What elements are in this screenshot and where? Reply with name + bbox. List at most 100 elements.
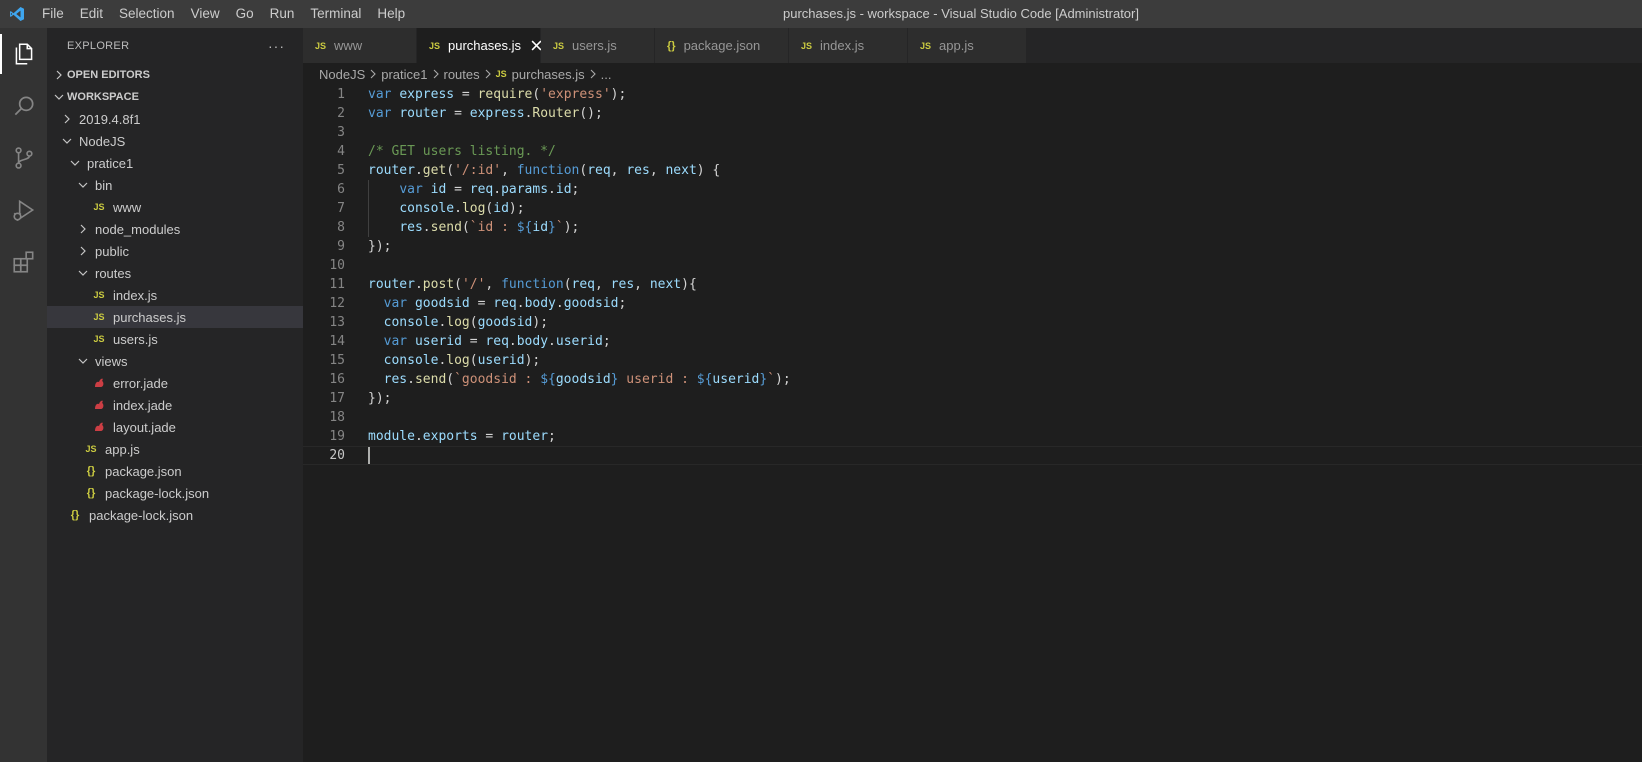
code-text: console.log(userid); xyxy=(383,353,541,368)
code-line: 8 res.send(`id : ${id}`); xyxy=(303,218,1642,237)
more-actions-icon[interactable]: ··· xyxy=(268,38,285,54)
tree-item-label: routes xyxy=(95,265,132,281)
line-number: 13 xyxy=(329,315,345,330)
tree-folder[interactable]: public xyxy=(47,240,303,262)
tree-item-label: pratice1 xyxy=(87,155,134,171)
js-file-icon: JS xyxy=(93,312,105,322)
breadcrumb: NodeJS pratice1 routes JS purchases.js .… xyxy=(303,63,1642,85)
jade-file-icon xyxy=(91,394,107,416)
code-editor[interactable]: 1 var express = require('express'); 2 var r… xyxy=(303,85,1642,762)
vscode-logo-icon xyxy=(0,0,34,28)
code-line: 18 xyxy=(303,408,1642,427)
code-line: 5 router.get('/:id', function(req, res, n… xyxy=(303,161,1642,180)
code-line: 20 xyxy=(303,446,1642,465)
tree-file[interactable]: JS purchases.js xyxy=(47,306,303,328)
line-number: 4 xyxy=(337,144,345,159)
tab-label: www xyxy=(334,38,363,53)
breadcrumb-item[interactable]: ... xyxy=(601,67,612,82)
tree-file[interactable]: {} package-lock.json xyxy=(47,504,303,526)
tree-file[interactable]: JS index.js xyxy=(47,284,303,306)
explorer-title: EXPLORER xyxy=(67,40,130,52)
line-number: 16 xyxy=(329,372,345,387)
tree-file[interactable]: JS www xyxy=(47,196,303,218)
tree-folder[interactable]: node_modules xyxy=(47,218,303,240)
chevron-right-icon xyxy=(484,69,492,79)
line-number: 20 xyxy=(329,448,345,463)
chevron-right-icon xyxy=(75,218,91,240)
tree-item-label: index.js xyxy=(113,287,158,303)
breadcrumb-item[interactable]: routes xyxy=(444,67,480,82)
tree-item-label: NodeJS xyxy=(79,133,126,149)
tree-item-label: package-lock.json xyxy=(89,507,194,523)
tree-folder[interactable]: NodeJS xyxy=(47,130,303,152)
tree-item-label: package-lock.json xyxy=(105,485,210,501)
tab-label: users.js xyxy=(572,38,617,53)
line-number: 9 xyxy=(337,239,345,254)
tree-file[interactable]: index.jade xyxy=(47,394,303,416)
breadcrumb-item[interactable]: NodeJS xyxy=(319,67,365,82)
breadcrumb-item[interactable]: pratice1 xyxy=(381,67,427,82)
menu-run[interactable]: Run xyxy=(262,0,303,28)
line-number: 17 xyxy=(329,391,345,406)
line-number: 15 xyxy=(329,353,345,368)
tree-folder[interactable]: pratice1 xyxy=(47,152,303,174)
line-number: 19 xyxy=(329,429,345,444)
tree-file[interactable]: error.jade xyxy=(47,372,303,394)
code-text: router.get('/:id', function(req, res, ne… xyxy=(368,163,721,178)
tree-folder[interactable]: views xyxy=(47,350,303,372)
source-control-icon[interactable] xyxy=(0,132,47,184)
menu-file[interactable]: File xyxy=(34,0,72,28)
menu-edit[interactable]: Edit xyxy=(72,0,111,28)
tab-app-js[interactable]: JS app.js xyxy=(908,28,1027,63)
open-editors-section[interactable]: OPEN EDITORS xyxy=(47,64,303,86)
code-line: 10 xyxy=(303,256,1642,275)
code-text: var express = require('express'); xyxy=(368,87,627,102)
js-file-icon: JS xyxy=(920,40,932,51)
tree-item-label: error.jade xyxy=(113,375,168,391)
code-line: 7 console.log(id); xyxy=(303,199,1642,218)
tree-file[interactable]: layout.jade xyxy=(47,416,303,438)
tab-www[interactable]: JS www xyxy=(303,28,417,63)
tab-index-js[interactable]: JS index.js xyxy=(789,28,908,63)
chevron-right-icon xyxy=(51,64,67,86)
json-file-icon: {} xyxy=(86,465,96,477)
tree-file[interactable]: JS users.js xyxy=(47,328,303,350)
tree-folder[interactable]: 2019.4.8f1 xyxy=(47,108,303,130)
menu-view[interactable]: View xyxy=(183,0,228,28)
tree-file[interactable]: {} package.json xyxy=(47,460,303,482)
code-text: res.send(`goodsid : ${goodsid} userid : … xyxy=(383,372,791,387)
tree-file[interactable]: {} package-lock.json xyxy=(47,482,303,504)
tree-folder[interactable]: bin xyxy=(47,174,303,196)
jade-file-icon xyxy=(91,416,107,438)
tree-item-label: bin xyxy=(95,177,113,193)
tab-label: index.js xyxy=(820,38,865,53)
tab-package-json[interactable]: {} package.json xyxy=(655,28,789,63)
tree-item-label: public xyxy=(95,243,129,259)
line-number: 18 xyxy=(329,410,345,425)
menu-go[interactable]: Go xyxy=(228,0,262,28)
tree-folder[interactable]: routes xyxy=(47,262,303,284)
explorer-header: EXPLORER ··· xyxy=(47,28,303,64)
json-file-icon: {} xyxy=(86,487,96,499)
tree-item-label: node_modules xyxy=(95,221,181,237)
run-debug-icon[interactable] xyxy=(0,184,47,236)
code-text: var userid = req.body.userid; xyxy=(383,334,611,349)
tree-file[interactable]: JS app.js xyxy=(47,438,303,460)
tab-users-js[interactable]: JS users.js xyxy=(541,28,655,63)
indent-guide xyxy=(368,218,369,237)
explorer-icon[interactable] xyxy=(0,28,47,80)
js-file-icon: JS xyxy=(85,444,97,454)
workspace-section[interactable]: WORKSPACE xyxy=(47,86,303,108)
code-text: }); xyxy=(368,239,392,254)
extensions-icon[interactable] xyxy=(0,236,47,288)
code-text: var router = express.Router(); xyxy=(368,106,603,121)
menu-selection[interactable]: Selection xyxy=(111,0,183,28)
menu-help[interactable]: Help xyxy=(369,0,413,28)
tab-label: app.js xyxy=(939,38,974,53)
menu-terminal[interactable]: Terminal xyxy=(302,0,369,28)
breadcrumb-item[interactable]: purchases.js xyxy=(512,67,585,82)
code-text: module.exports = router; xyxy=(368,429,556,444)
tab-purchases-js[interactable]: JS purchases.js xyxy=(417,28,542,63)
search-icon[interactable] xyxy=(0,80,47,132)
code-text xyxy=(345,447,370,464)
